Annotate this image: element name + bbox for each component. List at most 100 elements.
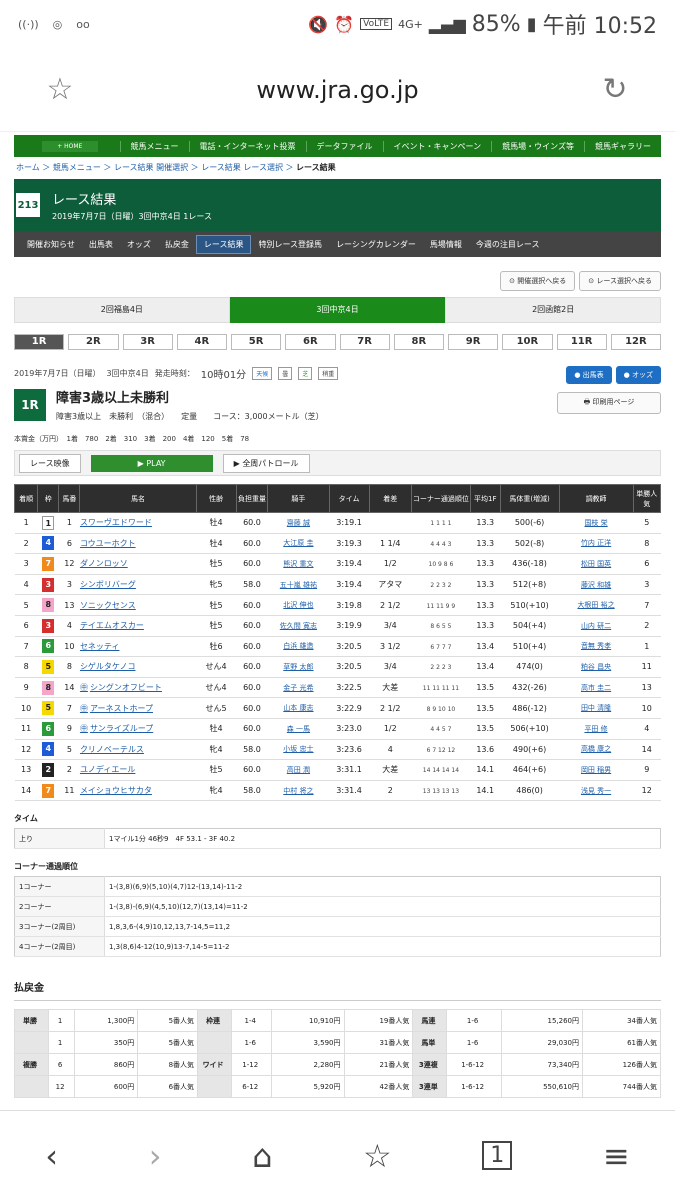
horse-name-link[interactable]: ユノディエール [79,759,197,781]
breadcrumb-link[interactable]: レース結果 開催選択 [114,163,188,172]
race-tab[interactable]: 12R [610,334,661,350]
subnav-item[interactable]: 馬場情報 [423,236,469,253]
odds-button[interactable]: ● オッズ [615,366,661,384]
gnav-item[interactable]: イベント・キャンペーン [382,140,492,152]
bottom-nav: ‹ › ⌂ ☆ 1 ≡ [0,1110,675,1200]
horse-name-link[interactable]: ㊥シングンオフビート [79,677,197,699]
horse-name-link[interactable]: セネッティ [79,636,197,658]
subnav-item[interactable]: 出馬表 [82,236,120,253]
jockey-link[interactable]: 熊沢 重文 [267,553,330,575]
jockey-link[interactable]: 大江原 圭 [267,533,330,555]
meeting-tab[interactable]: 2回函館2日 [445,297,661,323]
jockey-link[interactable]: 森 一馬 [267,718,330,740]
race-tab[interactable]: 11R [556,334,607,350]
meeting-tab[interactable]: 3回中京4日 [229,297,446,323]
back-to-race-button[interactable]: ⊙ レース選択へ戻る [579,271,661,291]
tabs-icon[interactable]: 1 [482,1141,513,1170]
race-tab[interactable]: 3R [122,334,173,350]
horse-name-link[interactable]: シンボリバーグ [79,574,197,596]
jockey-link: 五十嵐 雄祐 [279,580,318,589]
breadcrumb-link[interactable]: レース結果 レース選択 [201,163,283,172]
back-icon[interactable]: ‹ [45,1137,58,1175]
trainer-link[interactable]: 国枝 栄 [559,512,633,534]
subnav-item[interactable]: レース結果 [195,234,252,254]
breadcrumb-link[interactable]: 競馬メニュー [53,163,101,172]
race-tab[interactable]: 9R [448,334,499,350]
race-tab[interactable]: 8R [393,334,444,350]
trainer-link[interactable]: 音無 秀孝 [559,636,633,658]
home-button[interactable]: + HOME [42,140,98,152]
bookmark-star-icon[interactable]: ☆ [0,72,120,107]
jockey-link[interactable]: 白浜 雄造 [267,636,330,658]
trainer-link[interactable]: 大根田 裕之 [559,594,633,616]
patrol-button[interactable]: ▶ 全周パトロール [222,453,310,473]
gnav-item[interactable]: 競馬ギャラリー [584,140,661,152]
trainer-link[interactable]: 竹内 正洋 [559,533,633,555]
race-tab[interactable]: 4R [176,334,227,350]
trainer-link[interactable]: 粕谷 昌央 [559,656,633,678]
trainer-link[interactable]: 田中 清隆 [559,697,633,719]
trainer-link[interactable]: 高市 圭二 [559,677,633,699]
result-cell: 3:31.1 [336,765,362,775]
race-tab[interactable]: 5R [231,334,282,350]
subnav-item[interactable]: 特別レース登録馬 [251,236,329,253]
home-icon[interactable]: ⌂ [252,1137,272,1175]
result-cell: 牡6 [196,636,237,658]
trainer-link[interactable]: 平田 修 [559,718,633,740]
race-tab[interactable]: 7R [339,334,390,350]
jockey-link[interactable]: 小坂 忠士 [267,739,330,761]
gnav-item[interactable]: データファイル [305,140,383,152]
trainer-link[interactable]: 岡田 稲男 [559,759,633,781]
subnav-item[interactable]: レーシングカレンダー [329,236,423,253]
gnav-item[interactable]: 競馬メニュー [119,140,189,152]
result-cell: 13 [14,759,38,781]
breadcrumb-link[interactable]: ホーム [16,163,40,172]
subnav-item[interactable]: 払戻金 [158,236,196,253]
horse-name-link[interactable]: シゲルタケノコ [79,656,197,678]
subnav-item[interactable]: 開催お知らせ [20,236,82,253]
jockey-link[interactable]: 中村 将之 [267,780,330,802]
jockey-link[interactable]: 高田 潤 [267,759,330,781]
jockey-link[interactable]: 草野 太郎 [267,656,330,678]
gnav-item[interactable]: 電話・インターネット投票 [188,140,306,152]
horse-name-link[interactable]: ㊥アーネストホープ [79,697,197,719]
jockey-link[interactable]: 山本 康志 [267,697,330,719]
result-cell: 512(+8) [500,574,560,596]
horse-name-link[interactable]: テイエムオスカー [79,615,197,637]
gnav-item[interactable]: 競馬場・ウインズ等 [491,140,584,152]
horse-name-link[interactable]: コウユーホクト [79,533,197,555]
trainer-link[interactable]: 藤沢 和雄 [559,574,633,596]
reload-icon[interactable]: ↻ [555,72,675,107]
horse-name-link[interactable]: ㊥サンライズループ [79,718,197,740]
trainer-link[interactable]: 浅見 秀一 [559,780,633,802]
subnav-item[interactable]: 今週の注目レース [469,236,547,253]
jockey-link[interactable]: 佐久間 寛志 [267,615,330,637]
jockey-link[interactable]: 北沢 伸也 [267,594,330,616]
url-field[interactable]: www.jra.go.jp [120,76,555,104]
result-cell: 13 [64,600,75,610]
jockey-link[interactable]: 齋藤 誠 [267,512,330,534]
trainer-link[interactable]: 高橋 康之 [559,739,633,761]
trainer-link[interactable]: 山内 研二 [559,615,633,637]
bookmark-star-icon[interactable]: ☆ [363,1137,392,1175]
subnav-item[interactable]: オッズ [120,236,158,253]
play-button[interactable]: ▶ PLAY [90,454,213,472]
meeting-tab[interactable]: 2回福島4日 [14,297,230,323]
jockey-link[interactable]: 金子 光希 [267,677,330,699]
horse-name-link[interactable]: メイショウヒサカタ [79,780,197,802]
print-button[interactable]: 🖶 印刷用ページ [557,392,661,414]
forward-icon[interactable]: › [149,1137,162,1175]
horse-name-link[interactable]: ダノンロッソ [79,553,197,575]
horse-name-link[interactable]: スワーヴエドワード [79,512,197,534]
trainer-link[interactable]: 松田 国英 [559,553,633,575]
race-tab[interactable]: 2R [68,334,119,350]
race-tab[interactable]: 1R [14,334,65,350]
horse-name-link[interactable]: ソニックセンス [79,594,197,616]
race-tab[interactable]: 10R [502,334,553,350]
menu-icon[interactable]: ≡ [603,1137,630,1175]
race-tab[interactable]: 6R [285,334,336,350]
jockey-link[interactable]: 五十嵐 雄祐 [267,574,330,596]
back-to-meeting-button[interactable]: ⊙ 開催選択へ戻る [500,271,576,291]
shutuba-button[interactable]: ● 出馬表 [566,366,612,384]
horse-name-link[interactable]: クリノベーテルス [79,739,197,761]
